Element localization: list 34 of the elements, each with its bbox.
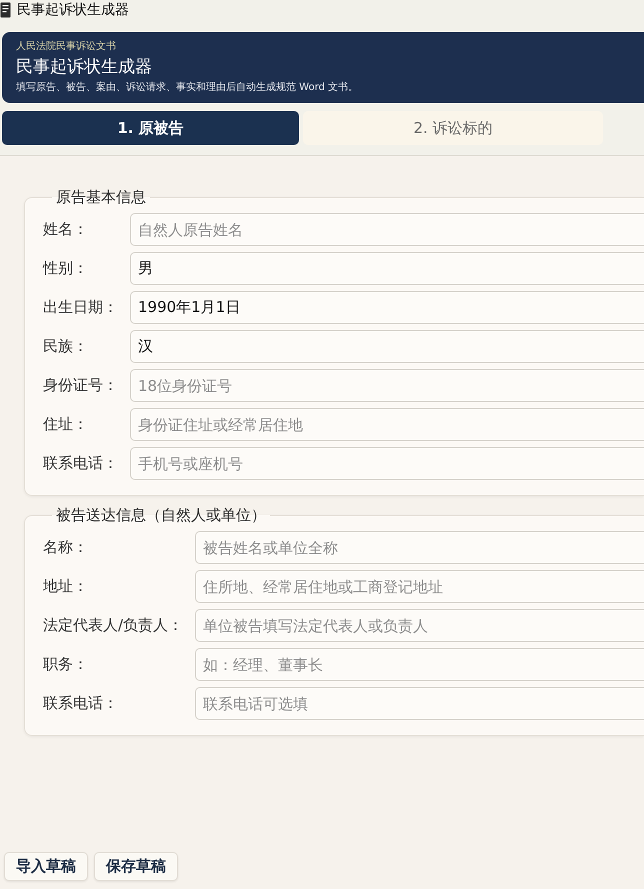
header-subtitle: 人民法院民事诉讼文书 [16,41,116,53]
header-description: 填写原告、被告、案由、诉讼请求、事实和理由后自动生成规范 Word 文书。 [16,81,358,94]
field-label: 性别： [42,259,89,278]
field-label: 身份证号： [42,376,118,395]
step-tab[interactable]: 1. 原被告 [2,111,299,145]
field-label: 民族： [42,337,89,356]
field-label: 职务： [42,655,89,674]
input-field[interactable]: 汉 [130,330,644,363]
field-label: 姓名： [42,220,89,239]
section-title: 原告基本信息 [55,187,147,207]
field-label: 地址： [42,577,89,596]
field-label: 住址： [42,415,89,434]
input-field[interactable]: 1990年1月1日 [130,291,644,324]
header-title: 民事起诉状生成器 [16,56,152,79]
window-title: 民事起诉状生成器 [17,1,129,19]
field-label: 出生日期： [42,298,118,317]
field-label: 联系电话： [42,694,119,713]
input-field[interactable]: 联系电话可选填 [195,687,644,720]
draft-button[interactable]: 保存草稿 [94,852,178,881]
input-field[interactable]: 身份证住址或经常居住地 [130,408,644,441]
input-field[interactable]: 18位身份证号 [130,369,644,402]
draft-button[interactable]: 导入草稿 [4,852,88,881]
input-field[interactable]: 手机号或座机号 [130,447,644,480]
field-label: 名称： [42,538,89,557]
input-field[interactable]: 住所地、经常居住地或工商登记地址 [195,570,644,603]
field-label: 联系电话： [42,454,118,473]
input-field[interactable]: 自然人原告姓名 [130,213,644,246]
step-tab[interactable]: 2. 诉讼标的 [303,111,603,145]
input-field[interactable]: 男 [130,252,644,285]
field-label: 法定代表人/负责人： [42,616,184,635]
input-field[interactable]: 单位被告填写法定代表人或负责人 [195,609,644,642]
section-title: 被告送达信息（自然人或单位） [55,505,267,525]
input-field[interactable]: 如：经理、董事长 [195,648,644,681]
input-field[interactable]: 被告姓名或单位全称 [195,531,644,564]
